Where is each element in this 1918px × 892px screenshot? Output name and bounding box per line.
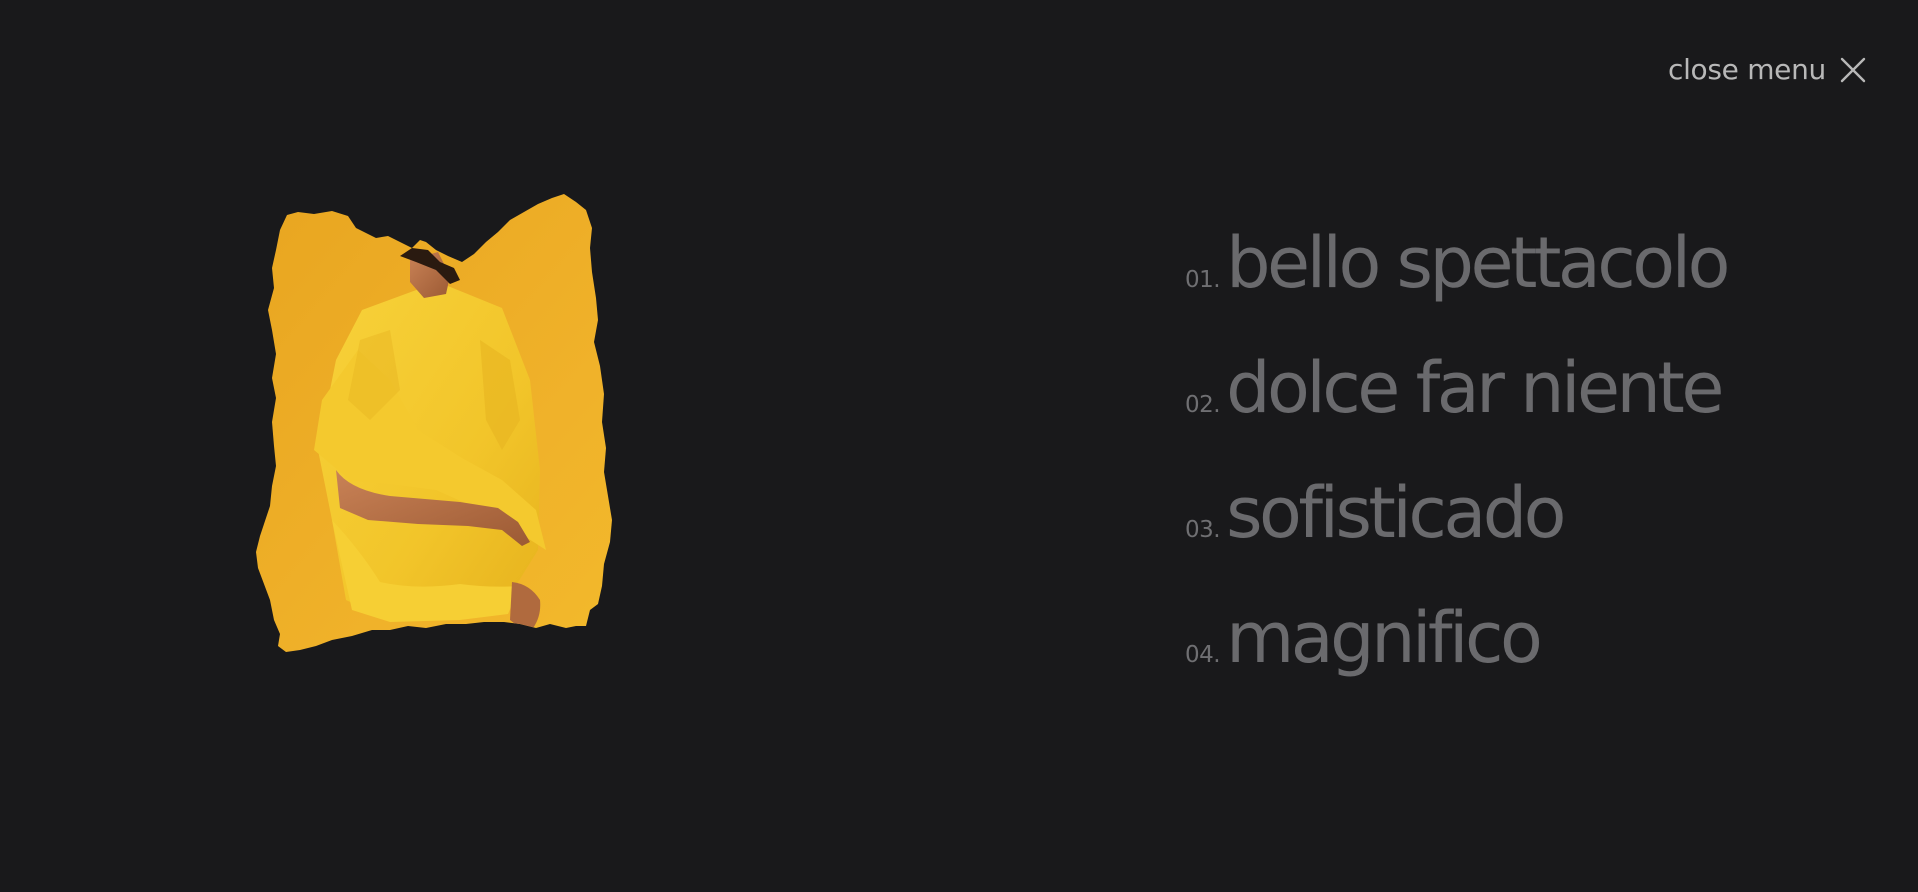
menu-item-number: 02. xyxy=(1185,392,1221,418)
menu-item-label: sofisticado xyxy=(1226,472,1566,554)
torn-photo xyxy=(240,190,710,730)
menu-item-label: bello spettacolo xyxy=(1226,222,1730,304)
menu-item-number: 01. xyxy=(1185,267,1221,293)
close-menu-label: close menu xyxy=(1667,53,1826,86)
menu-item-dolce-far-niente[interactable]: 02. dolce far niente xyxy=(1185,353,1727,478)
menu-item-label: magnifico xyxy=(1226,597,1543,679)
menu-item-bello-spettacolo[interactable]: 01. bello spettacolo xyxy=(1185,222,1730,353)
menu-item-number: 04. xyxy=(1185,642,1221,668)
main-menu: 01. bello spettacolo 02. dolce far nient… xyxy=(1185,222,1730,728)
menu-item-magnifico[interactable]: 04. magnifico xyxy=(1185,603,1727,728)
close-icon xyxy=(1840,57,1866,83)
menu-item-number: 03. xyxy=(1185,517,1221,543)
close-menu-button[interactable]: close menu xyxy=(1668,50,1868,90)
menu-item-label: dolce far niente xyxy=(1226,347,1724,429)
torn-photo-graphic xyxy=(256,194,612,652)
menu-overlay: close menu 01. bello spettacolo 02. dolc… xyxy=(0,0,1918,892)
menu-item-sofisticado[interactable]: 03. sofisticado xyxy=(1185,478,1727,603)
